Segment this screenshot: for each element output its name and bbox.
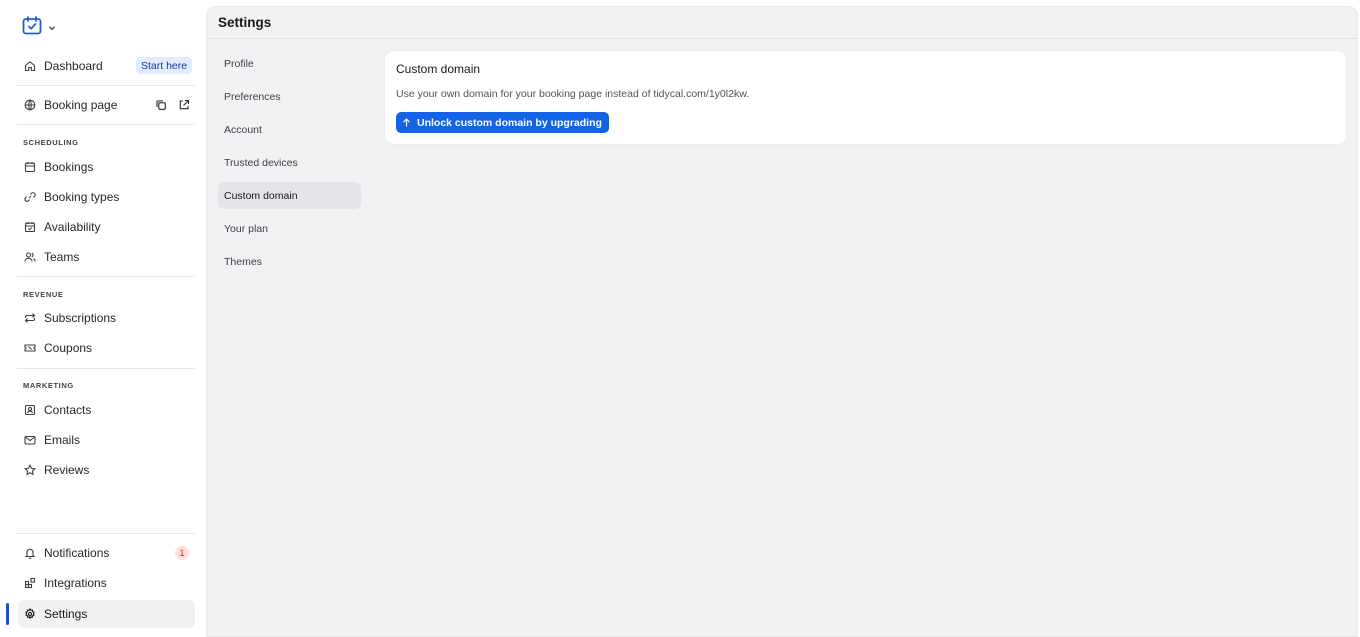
sidebar-item-label: Reviews xyxy=(44,463,90,477)
sidebar-item-settings[interactable]: Settings xyxy=(18,600,195,628)
card-description: Use your own domain for your booking pag… xyxy=(396,88,750,100)
main-header: Settings xyxy=(207,7,1357,39)
sidebar-item-label: Integrations xyxy=(44,576,107,590)
custom-domain-card: Custom domain Use your own domain for yo… xyxy=(384,50,1347,145)
section-label-marketing: MARKETING xyxy=(23,381,74,390)
blocks-icon xyxy=(24,577,36,589)
sidebar-item-integrations[interactable]: Integrations xyxy=(18,569,195,597)
contact-card-icon xyxy=(24,404,36,416)
divider xyxy=(17,368,195,369)
sidebar-item-label: Settings xyxy=(44,607,88,621)
sidebar-item-coupons[interactable]: Coupons xyxy=(18,334,195,362)
sidebar-item-teams[interactable]: Teams xyxy=(18,243,195,271)
calendar-icon xyxy=(24,161,36,173)
settings-nav-preferences[interactable]: Preferences xyxy=(218,83,361,110)
repeat-icon xyxy=(24,312,36,324)
divider xyxy=(17,276,195,277)
sidebar-item-reviews[interactable]: Reviews xyxy=(18,456,195,484)
star-icon xyxy=(24,464,36,476)
settings-nav-profile[interactable]: Profile xyxy=(218,50,361,77)
mail-icon xyxy=(24,434,36,446)
active-indicator xyxy=(6,603,9,625)
start-here-badge[interactable]: Start here xyxy=(136,57,193,74)
gear-icon xyxy=(24,608,36,620)
sidebar-item-emails[interactable]: Emails xyxy=(18,426,195,454)
external-link-icon[interactable] xyxy=(177,98,191,112)
chevron-down-icon xyxy=(48,19,56,37)
calendar-logo-icon xyxy=(22,16,42,40)
notification-count-badge: 1 xyxy=(175,546,189,560)
sidebar-item-contacts[interactable]: Contacts xyxy=(18,396,195,424)
sidebar-item-bookings[interactable]: Bookings xyxy=(18,153,195,181)
divider xyxy=(17,533,195,534)
settings-nav-themes[interactable]: Themes xyxy=(218,248,361,275)
settings-nav-custom-domain[interactable]: Custom domain xyxy=(218,182,361,209)
divider xyxy=(17,124,195,125)
copy-icon[interactable] xyxy=(154,98,168,112)
bell-icon xyxy=(24,547,36,559)
settings-nav-your-plan[interactable]: Your plan xyxy=(218,215,361,242)
settings-nav-trusted-devices[interactable]: Trusted devices xyxy=(218,149,361,176)
button-label: Unlock custom domain by upgrading xyxy=(417,116,602,129)
sidebar-item-label: Bookings xyxy=(44,160,94,174)
sidebar-item-label: Emails xyxy=(44,433,81,447)
sidebar-item-booking-types[interactable]: Booking types xyxy=(18,183,195,211)
users-icon xyxy=(24,251,36,263)
unlock-custom-domain-button[interactable]: Unlock custom domain by upgrading xyxy=(396,112,609,133)
sidebar-item-label: Subscriptions xyxy=(44,311,117,325)
sidebar-item-label: Teams xyxy=(44,250,80,264)
card-title: Custom domain xyxy=(396,62,481,76)
sidebar-item-label: Dashboard xyxy=(44,59,103,73)
calendar-check-icon xyxy=(24,221,36,233)
sidebar: Dashboard Start here Booking page SCHEDU… xyxy=(0,0,206,637)
sidebar-item-subscriptions[interactable]: Subscriptions xyxy=(18,304,195,332)
sidebar-item-label: Booking types xyxy=(44,190,120,204)
sidebar-item-label: Availability xyxy=(44,220,101,234)
link-icon xyxy=(24,191,36,203)
sidebar-item-label: Booking page xyxy=(44,98,118,112)
sidebar-item-label: Contacts xyxy=(44,403,92,417)
sidebar-item-label: Notifications xyxy=(44,546,110,560)
globe-icon xyxy=(24,99,36,111)
sidebar-item-availability[interactable]: Availability xyxy=(18,213,195,241)
settings-nav-account[interactable]: Account xyxy=(218,116,361,143)
ticket-icon xyxy=(24,342,36,354)
arrow-up-icon xyxy=(402,118,411,127)
main-panel: Settings Profile Preferences Account Tru… xyxy=(206,6,1358,637)
section-label-revenue: REVENUE xyxy=(23,290,64,299)
sidebar-item-label: Coupons xyxy=(44,341,93,355)
divider xyxy=(17,85,195,86)
section-label-scheduling: SCHEDULING xyxy=(23,138,79,147)
home-icon xyxy=(24,60,36,72)
workspace-switcher[interactable] xyxy=(22,16,56,40)
page-title: Settings xyxy=(218,15,272,30)
sidebar-item-notifications[interactable]: Notifications xyxy=(18,539,195,567)
sidebar-item-booking-page[interactable]: Booking page xyxy=(18,91,195,119)
